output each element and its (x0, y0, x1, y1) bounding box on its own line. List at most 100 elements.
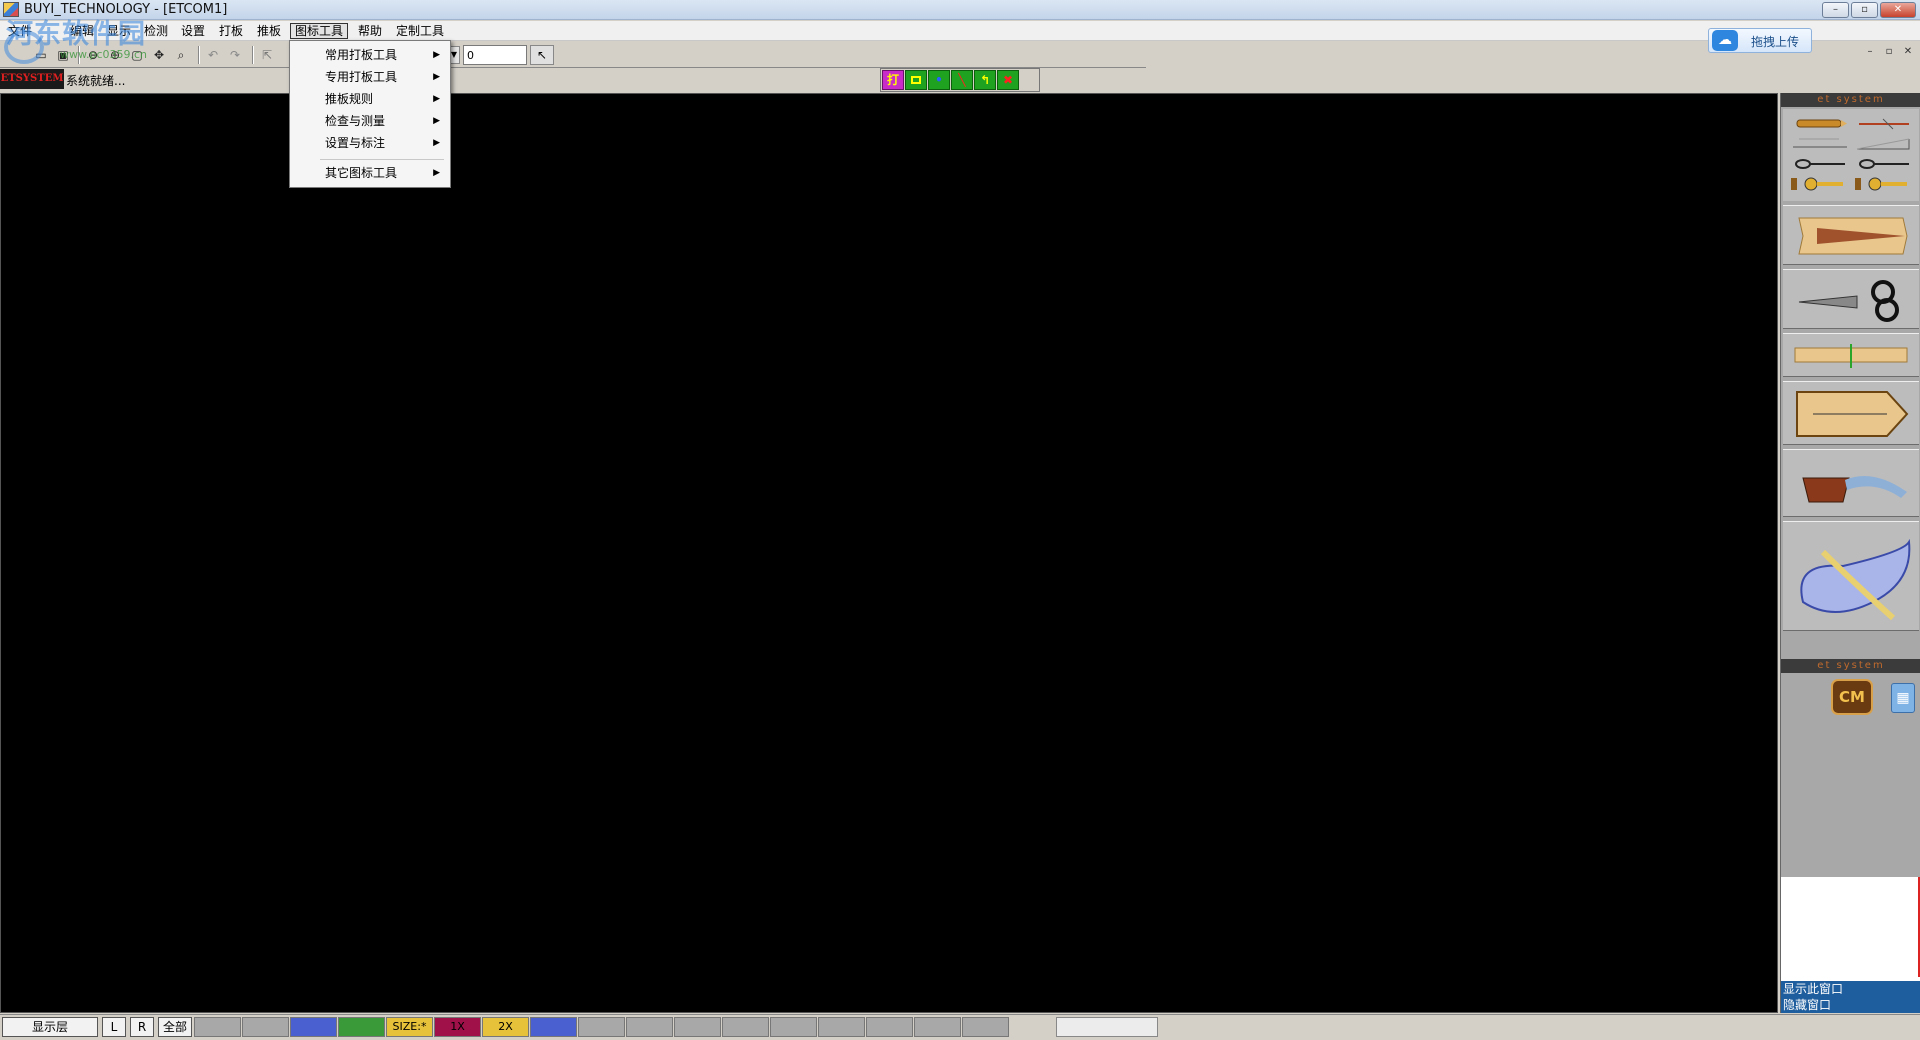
menu-custom-tools[interactable]: 定制工具 (392, 23, 448, 39)
layer-swatch[interactable] (338, 1017, 385, 1037)
menu-item-label: 检查与测量 (325, 114, 386, 128)
menu-file[interactable]: 文件 (4, 23, 36, 39)
pattern-mode-button[interactable]: 打 (882, 70, 904, 90)
show-window-label: 显示此窗口 (1783, 982, 1844, 996)
menu-item-special-pattern-tools[interactable]: 专用打板工具 ▶ (292, 67, 448, 87)
measure-tape-icon[interactable] (1789, 175, 1849, 193)
menu-item-common-pattern-tools[interactable]: 常用打板工具 ▶ (292, 45, 448, 65)
upload-button[interactable]: ☁ 拖拽上传 (1708, 28, 1812, 53)
display-layer-button[interactable]: 显示层 (2, 1017, 98, 1037)
submenu-arrow-icon: ▶ (433, 138, 440, 148)
select-icon[interactable]: ⇱ (258, 46, 276, 64)
maximize-button[interactable]: ▫ (1851, 2, 1878, 18)
upload-label: 拖拽上传 (1751, 35, 1800, 49)
zoom-in-icon[interactable]: ⊕ (106, 46, 124, 64)
layer-swatch[interactable] (818, 1017, 865, 1037)
menu-settings[interactable]: 设置 (177, 23, 209, 39)
etsystem-logo: ETSYSTEM (0, 69, 64, 89)
menu-check[interactable]: 检测 (140, 23, 172, 39)
menu-item-label: 专用打板工具 (325, 70, 398, 84)
value-input[interactable] (463, 45, 527, 65)
cloud-icon: ☁ (1712, 30, 1738, 51)
zoom-window-icon[interactable]: ⌕ (172, 46, 190, 64)
mdi-restore-button[interactable]: ▫ (1882, 46, 1896, 60)
layer-swatch[interactable]: 1X (434, 1017, 481, 1037)
layer-swatch[interactable] (578, 1017, 625, 1037)
toolbar-separator (252, 46, 254, 64)
submenu-arrow-icon: ▶ (433, 94, 440, 104)
french-curve-icon[interactable] (1783, 521, 1919, 631)
menu-help[interactable]: 帮助 (354, 23, 386, 39)
window-title: BUYI_TECHNOLOGY - [ETCOM1] (24, 2, 228, 17)
menu-item-settings-annotation[interactable]: 设置与标注 ▶ (292, 133, 448, 153)
cut-tool-icon[interactable] (1853, 155, 1913, 173)
menu-item-other-icon-tools[interactable]: 其它图标工具 ▶ (292, 163, 448, 183)
layer-swatch[interactable] (770, 1017, 817, 1037)
angle-tool-icon[interactable] (1853, 135, 1913, 153)
layer-swatch[interactable]: 2X (482, 1017, 529, 1037)
menu-edit[interactable]: 编辑 (66, 23, 98, 39)
dart-tool-icon[interactable] (1783, 205, 1919, 265)
close-button[interactable]: ✕ (1880, 2, 1916, 18)
layer-bar-blank (1056, 1017, 1158, 1037)
delete-tool-button[interactable]: ✖ (997, 70, 1019, 90)
layer-swatch[interactable] (290, 1017, 337, 1037)
measure-tape-icon-2[interactable] (1853, 175, 1913, 193)
layer-left-button[interactable]: L (102, 1017, 126, 1037)
line-tool-icon[interactable] (1789, 135, 1849, 153)
calculator-icon[interactable]: ▦ (1891, 683, 1915, 713)
layer-swatch[interactable] (914, 1017, 961, 1037)
layer-right-button[interactable]: R (130, 1017, 154, 1037)
menu-item-check-measure[interactable]: 检查与测量 ▶ (292, 111, 448, 131)
fabric-basket-icon[interactable] (1783, 449, 1919, 517)
layer-swatch[interactable] (530, 1017, 577, 1037)
seam-tool-icon[interactable] (1783, 333, 1919, 377)
mdi-close-button[interactable]: ✕ (1901, 46, 1915, 60)
notch-tool-icon[interactable] (1789, 155, 1849, 173)
layer-swatch[interactable]: SIZE:* (386, 1017, 433, 1037)
layer-swatch[interactable] (866, 1017, 913, 1037)
save-icon[interactable]: ▣ (54, 46, 72, 64)
layer-swatch[interactable] (242, 1017, 289, 1037)
pattern-piece-icon[interactable] (1783, 381, 1919, 445)
ruler-tool-icon[interactable] (1853, 115, 1913, 133)
minimize-button[interactable]: – (1822, 2, 1849, 18)
show-window-button[interactable]: 显示此窗口 隐藏窗口 (1781, 981, 1920, 1013)
layer-bar: 显示层 L R 全部 SIZE:* 1X 2X (0, 1014, 1920, 1040)
fit-icon[interactable]: ▢ (128, 46, 146, 64)
layer-swatch[interactable] (962, 1017, 1009, 1037)
zoom-out-icon[interactable]: ⊖ (84, 46, 102, 64)
pan-icon[interactable]: ✥ (150, 46, 168, 64)
pen-tool-icon[interactable] (1789, 115, 1849, 133)
menu-view[interactable]: 显示 (103, 23, 135, 39)
line-tool-button[interactable]: ╲ (951, 70, 973, 90)
submenu-arrow-icon: ▶ (433, 50, 440, 60)
open-icon[interactable]: ▭ (32, 46, 50, 64)
layer-swatch[interactable] (194, 1017, 241, 1037)
layer-swatch[interactable] (674, 1017, 721, 1037)
point-tool-button[interactable]: • (928, 70, 950, 90)
menu-grading[interactable]: 推板 (253, 23, 285, 39)
menu-item-grading-rules[interactable]: 推板规则 ▶ (292, 89, 448, 109)
menu-bar: 文件 编辑 显示 检测 设置 打板 推板 图标工具 帮助 定制工具 – ▫ ✕ (0, 21, 1920, 57)
toolbar-separator (78, 46, 80, 64)
redo-icon[interactable]: ↷ (226, 46, 244, 64)
unit-cm-button[interactable]: CM (1831, 679, 1873, 715)
layer-swatch[interactable] (626, 1017, 673, 1037)
undo-icon[interactable]: ↶ (204, 46, 222, 64)
icon-tools-dropdown: 常用打板工具 ▶ 专用打板工具 ▶ 推板规则 ▶ 检查与测量 ▶ 设置与标注 ▶… (289, 40, 451, 188)
menu-pattern[interactable]: 打板 (215, 23, 247, 39)
status-text: 系统就绪... (66, 74, 126, 88)
scissors-icon[interactable] (1783, 269, 1919, 329)
rotate-tool-button[interactable]: ↰ (974, 70, 996, 90)
rectangle-tool-button[interactable] (905, 70, 927, 90)
mode-toolbar: 打 • ╲ ↰ ✖ (880, 68, 1040, 92)
drawing-canvas[interactable] (0, 93, 1778, 1013)
mdi-minimize-button[interactable]: – (1863, 46, 1877, 60)
pointer-icon[interactable]: ↖ (530, 45, 554, 65)
menu-icon-tools[interactable]: 图标工具 (290, 23, 349, 39)
layer-all-button[interactable]: 全部 (158, 1017, 192, 1037)
menu-item-label: 设置与标注 (325, 136, 386, 150)
layer-swatch[interactable] (722, 1017, 769, 1037)
app-icon[interactable] (3, 2, 19, 17)
